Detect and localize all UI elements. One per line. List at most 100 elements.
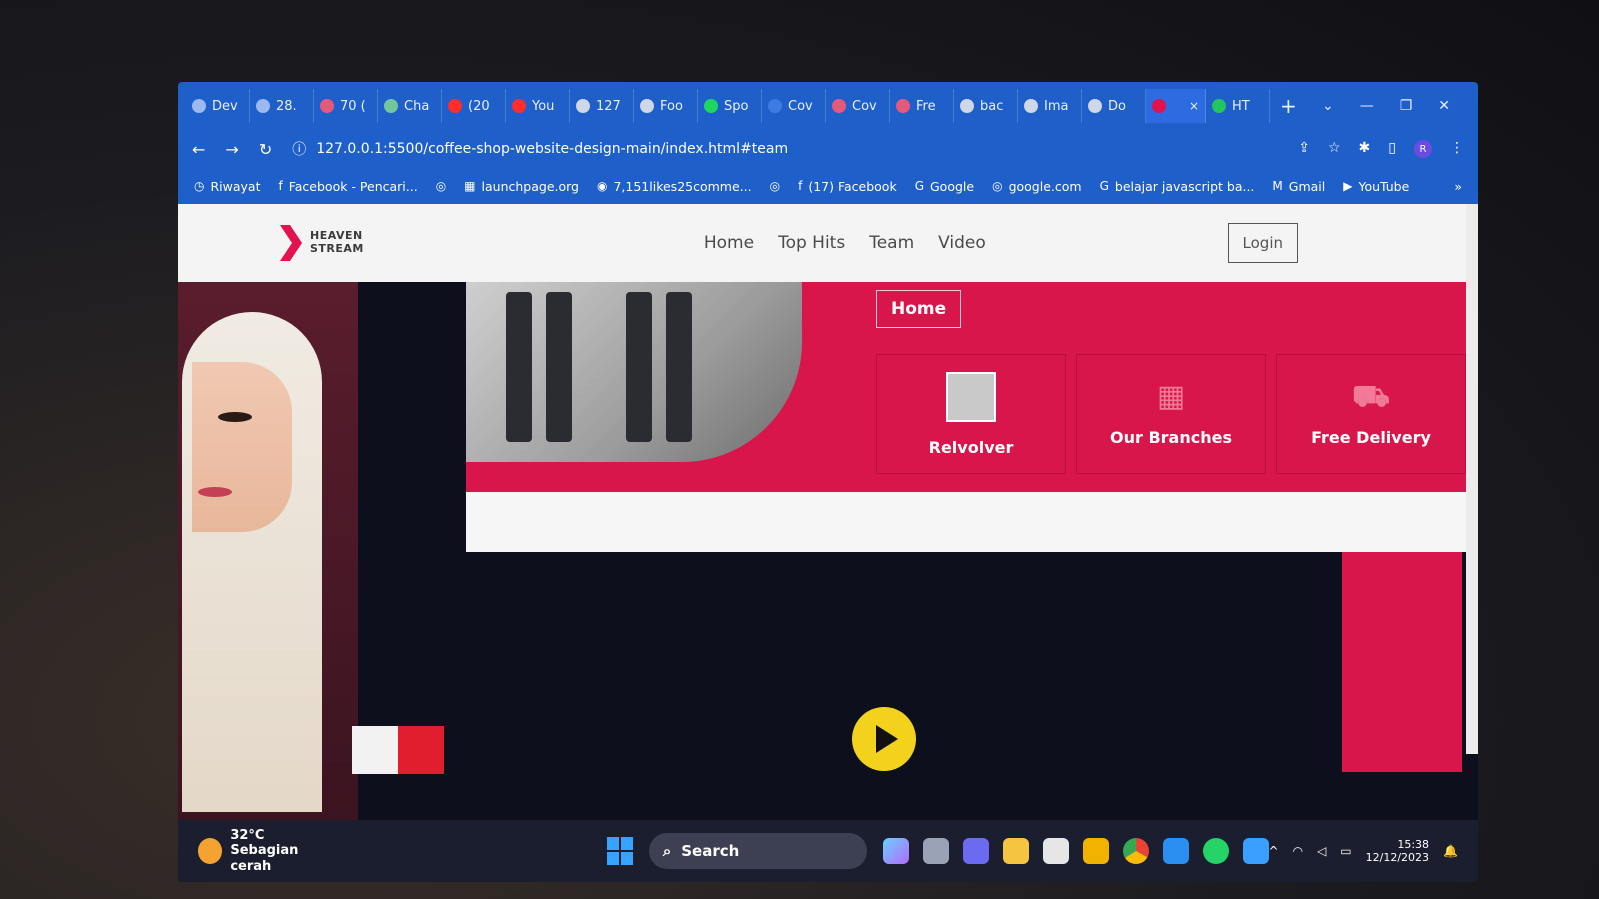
clock[interactable]: 15:38 12/12/2023 (1366, 838, 1429, 864)
history-icon: ◷ (194, 179, 205, 193)
bookmark-item[interactable]: ◎ google.com (992, 179, 1081, 194)
browser-tab[interactable]: 70 ( (314, 89, 378, 123)
chrome-icon[interactable] (1122, 838, 1149, 864)
whatsapp-icon[interactable] (1202, 838, 1229, 864)
figure-leg (546, 292, 572, 442)
close-window-button[interactable]: ✕ (1438, 98, 1450, 114)
tab-favicon-icon (1088, 99, 1102, 113)
tab-favicon-icon (768, 99, 782, 113)
wifi-icon[interactable]: ◠ (1293, 844, 1303, 858)
card-free-delivery[interactable]: ⛟ Free Delivery (1276, 354, 1466, 474)
card-our-branches[interactable]: ▦ Our Branches (1076, 354, 1266, 474)
portrait-face (192, 362, 292, 532)
browser-tab[interactable]: Cha (378, 89, 442, 123)
site-logo[interactable]: HEAVEN STREAM (278, 223, 364, 263)
browser-tab[interactable]: Do (1082, 89, 1146, 123)
bookmark-item[interactable]: f (17) Facebook (798, 179, 897, 194)
menu-link-top-hits[interactable]: Top Hits (778, 233, 845, 253)
minimize-button[interactable]: — (1360, 98, 1374, 114)
play-button[interactable] (852, 707, 916, 771)
profile-avatar[interactable]: R (1414, 140, 1432, 158)
browser-tab[interactable]: 127 (570, 89, 634, 123)
forward-icon[interactable]: → (225, 140, 238, 159)
browser-tab[interactable]: Spo (698, 89, 762, 123)
bookmark-label: (17) Facebook (808, 178, 897, 194)
bookmark-item[interactable]: ◎ (770, 179, 780, 193)
bookmarks-overflow-icon[interactable]: » (1454, 179, 1462, 194)
weather-text: 32°C Sebagian cerah (230, 828, 336, 875)
tab-title: Cha (404, 98, 430, 114)
bookmark-item[interactable]: ◎ (436, 179, 446, 193)
web-page: HEAVEN STREAM Home Top Hits Team Video L… (178, 204, 1478, 822)
browser-tab[interactable]: You (506, 89, 570, 123)
home-pill-button[interactable]: Home (876, 290, 962, 328)
back-icon[interactable]: ← (192, 140, 205, 159)
close-tab-icon[interactable]: × (1189, 99, 1199, 113)
url-field[interactable]: ⓘ 127.0.0.1:5500/coffee-shop-website-des… (292, 139, 788, 159)
new-tab-button[interactable]: + (1280, 94, 1297, 118)
bookmark-item[interactable]: ◉ 7,151likes25comme... (597, 179, 752, 194)
browser-tab[interactable]: Ima (1018, 89, 1082, 123)
bookmark-star-icon[interactable]: ☆ (1328, 140, 1341, 158)
bookmark-item[interactable]: ◷ Riwayat (194, 179, 260, 194)
extensions-icon[interactable]: ✱ (1359, 140, 1371, 158)
browser-tab[interactable]: Cov (762, 89, 826, 123)
browser-tab[interactable]: Foo (634, 89, 698, 123)
tab-title: Do (1108, 98, 1126, 114)
reload-icon[interactable]: ↻ (259, 140, 272, 159)
tab-favicon-icon (896, 99, 910, 113)
browser-tab[interactable]: bac (954, 89, 1018, 123)
bookmarks-bar: ◷ Riwayat f Facebook - Pencari... ◎ ▦ launchpa… (178, 168, 1478, 204)
weather-widget[interactable]: 32°C Sebagian cerah (198, 828, 337, 875)
store-app-icon[interactable] (1042, 838, 1069, 864)
menu-kebab-icon[interactable]: ⋮ (1450, 140, 1464, 158)
google-icon: G (914, 179, 924, 193)
browser-tab[interactable]: HT (1206, 89, 1270, 123)
task-view-icon[interactable] (922, 838, 949, 864)
card-relvolver[interactable]: Relvolver (876, 354, 1066, 474)
start-windows-icon[interactable] (606, 837, 633, 865)
browser-tab[interactable]: × (1146, 89, 1206, 123)
bookmark-item[interactable]: ▦ launchpage.org (464, 179, 579, 194)
url-text[interactable]: 127.0.0.1:5500/coffee-shop-website-desig… (316, 141, 788, 157)
file-explorer-icon[interactable] (1002, 838, 1029, 864)
taskbar-search[interactable]: ⌕ Search (648, 833, 867, 869)
notifications-icon[interactable]: 🔔 (1443, 844, 1458, 858)
restore-button[interactable]: ❐ (1400, 98, 1413, 114)
bookmark-item[interactable]: Gbelajar javascript ba... (1100, 179, 1255, 194)
login-button[interactable]: Login (1227, 223, 1298, 263)
copilot-icon[interactable] (882, 838, 909, 864)
browser-tab[interactable]: (20 (442, 89, 506, 123)
tray-chevron-icon[interactable]: ^ (1269, 844, 1279, 858)
menu-link-home[interactable]: Home (704, 233, 754, 253)
weather-condition: Sebagian cerah (230, 843, 299, 874)
page-scrollbar[interactable] (1466, 204, 1478, 754)
bookmark-item[interactable]: G Google (915, 179, 974, 194)
app-icon[interactable] (1242, 838, 1269, 864)
site-menu: Home Top Hits Team Video (704, 233, 986, 253)
bookmark-item[interactable]: f Facebook - Pencari... (278, 179, 417, 194)
tab-title: You (532, 98, 555, 114)
battery-icon[interactable]: ▭ (1340, 844, 1351, 858)
bookmark-label: google.com (1008, 178, 1082, 194)
site-info-icon[interactable]: ⓘ (292, 139, 306, 159)
teams-icon[interactable] (962, 838, 989, 864)
tab-search-dropdown-icon[interactable]: ⌄ (1322, 98, 1334, 114)
browser-tab[interactable]: Cov (826, 89, 890, 123)
album-thumbnail (946, 371, 996, 422)
share-icon[interactable]: ⇪ (1298, 140, 1310, 158)
bookmark-item[interactable]: ▶ YouTube (1343, 179, 1409, 194)
menu-link-team[interactable]: Team (869, 233, 914, 253)
menu-link-video[interactable]: Video (938, 233, 986, 253)
tab-favicon-icon (640, 99, 654, 113)
bookmark-item[interactable]: M Gmail (1272, 179, 1325, 194)
browser-tab[interactable]: Dev (186, 89, 250, 123)
browser-tab[interactable]: Fre (890, 89, 954, 123)
browser-tab[interactable]: 28. (250, 89, 314, 123)
sticky-notes-icon[interactable] (1082, 838, 1109, 864)
vscode-icon[interactable] (1162, 838, 1189, 864)
side-panel-icon[interactable]: ▯ (1388, 140, 1396, 158)
volume-icon[interactable]: ◁ (1317, 844, 1326, 858)
tab-favicon-icon (1024, 99, 1038, 113)
bookmark-label: Google (930, 178, 975, 194)
